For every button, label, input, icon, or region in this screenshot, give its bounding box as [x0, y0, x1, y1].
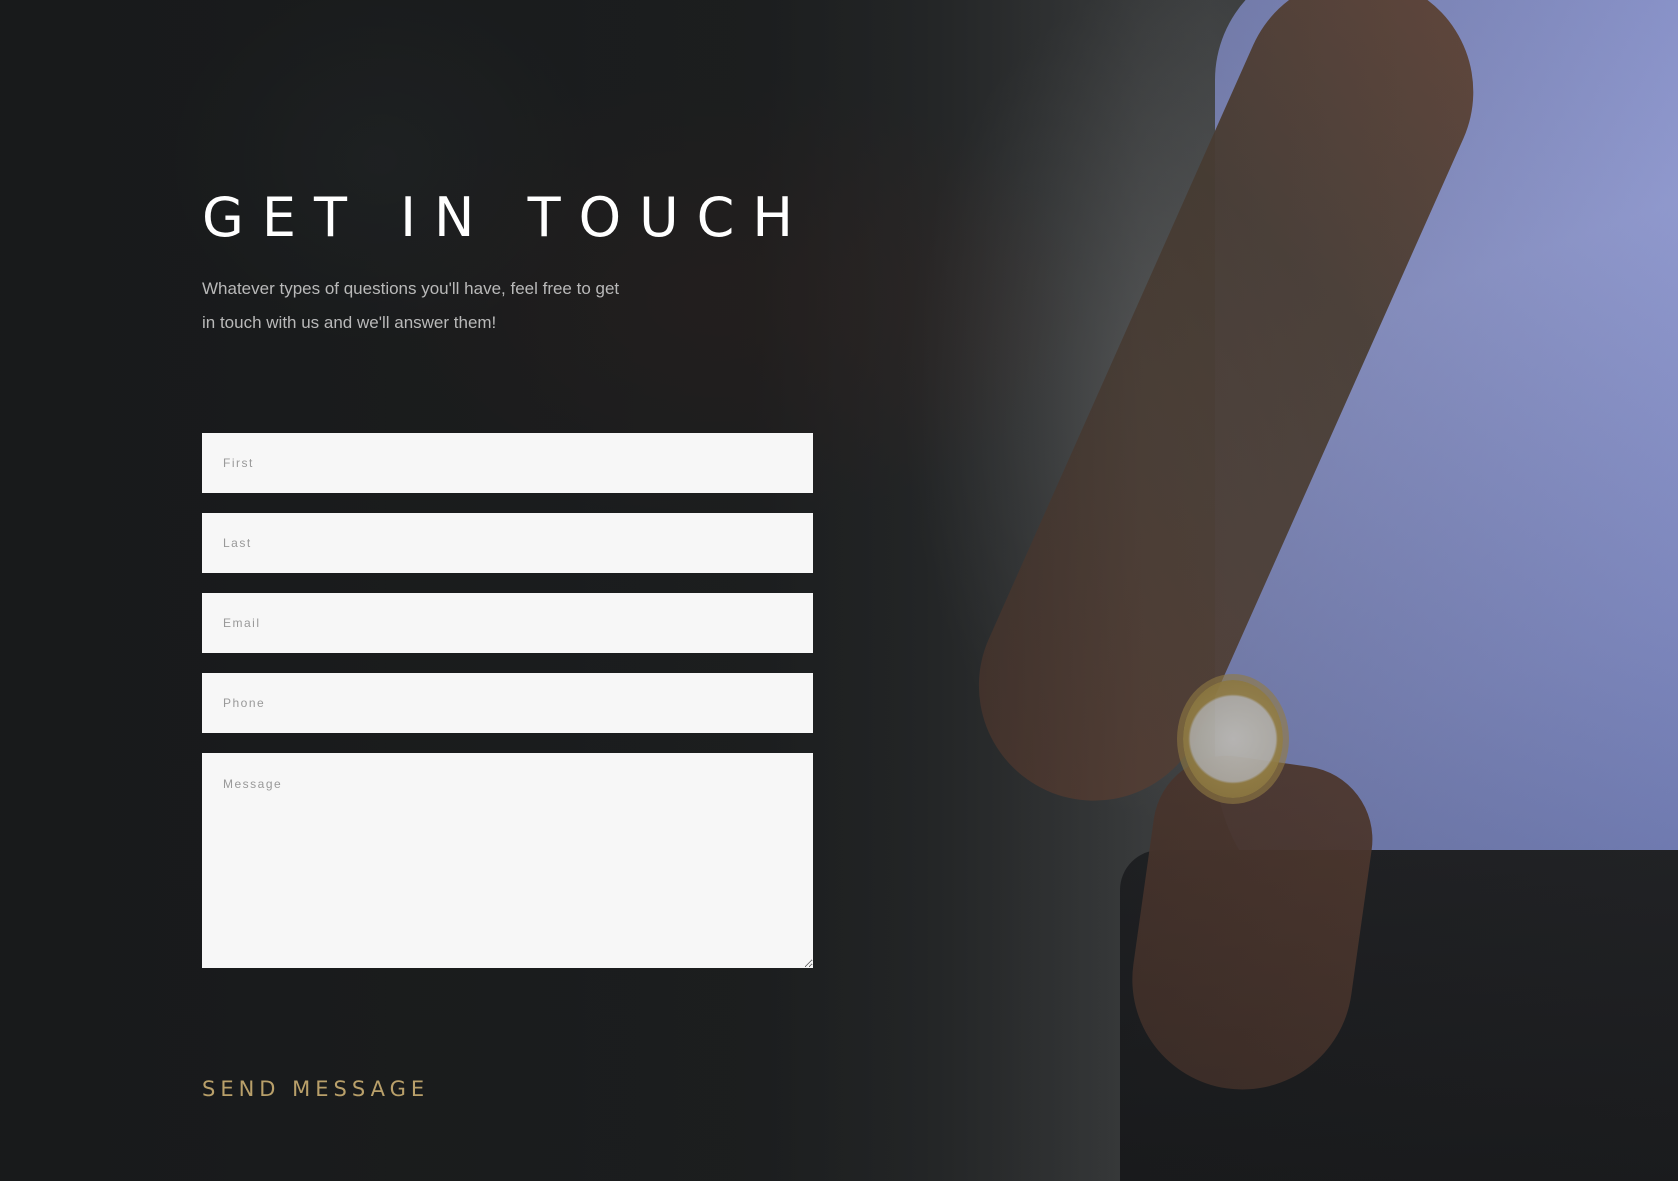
last-name-input[interactable]: [202, 513, 813, 573]
contact-section: GET IN TOUCH Whatever types of questions…: [202, 0, 814, 1181]
phone-input[interactable]: [202, 673, 813, 733]
first-name-input[interactable]: [202, 433, 813, 493]
email-input[interactable]: [202, 593, 813, 653]
page-subtitle: Whatever types of questions you'll have,…: [202, 279, 620, 332]
message-textarea[interactable]: [202, 753, 813, 968]
contact-form: [202, 433, 813, 968]
send-message-button[interactable]: SEND MESSAGE: [202, 1077, 429, 1101]
page-title: GET IN TOUCH: [202, 186, 811, 249]
